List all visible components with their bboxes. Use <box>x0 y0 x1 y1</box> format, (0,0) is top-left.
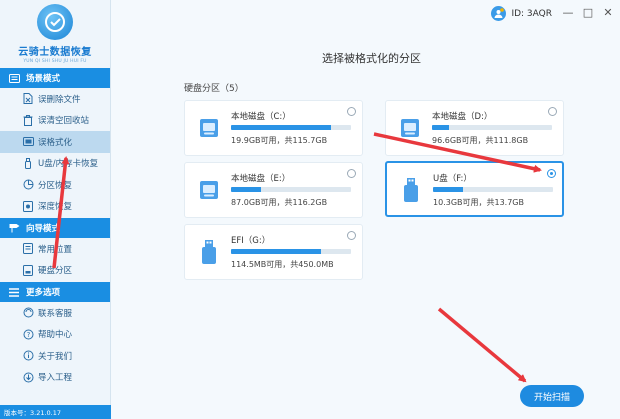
section-label: 向导模式 <box>26 224 61 234</box>
page-title: 选择被格式化的分区 <box>322 52 421 65</box>
sidebar-item-recycle-bin[interactable]: 误清空回收站 <box>0 110 110 132</box>
usage-bar-fill <box>231 187 261 192</box>
window-controls: — □ ✕ <box>562 5 614 19</box>
disk-partition-header: 硬盘分区（5） <box>184 84 244 94</box>
usage-bar <box>231 125 351 130</box>
hard-disk-icon <box>401 119 419 137</box>
app-title: 云骑士数据恢复 <box>18 47 92 58</box>
usage-bar <box>231 187 351 192</box>
logo-icon <box>37 4 73 40</box>
sidebar-item-label: 常用位置 <box>38 244 73 255</box>
titlebar: ID: 3AQR — □ ✕ <box>111 0 620 28</box>
section-label: 场景模式 <box>26 74 61 84</box>
sidebar: 云骑士数据恢复 YUN QI SHI SHU JU HUI FU 场景模式 误删… <box>0 0 111 419</box>
sidebar-item-about[interactable]: 关于我们 <box>0 345 110 367</box>
user-id[interactable]: ID: 3AQR <box>491 6 552 21</box>
partition-size: 19.9GB可用，共115.7GB <box>231 136 328 145</box>
sidebar-item-label: 导入工程 <box>38 373 73 384</box>
sidebar-item-format[interactable]: 误格式化 <box>0 131 110 153</box>
usage-bar-fill <box>231 125 331 130</box>
sidebar-item-support[interactable]: 联系客服 <box>0 302 110 324</box>
partition-radio[interactable] <box>548 107 557 116</box>
maximize-button[interactable]: □ <box>582 5 594 19</box>
usage-bar-fill <box>432 125 449 130</box>
sidebar-item-label: 误格式化 <box>38 137 73 148</box>
usage-bar-fill <box>231 249 321 254</box>
partition-size: 114.5MB可用，共450.0MB <box>231 260 334 269</box>
partition-radio[interactable] <box>547 169 556 178</box>
sidebar-item-label: 误清空回收站 <box>38 116 90 127</box>
section-wizard-mode: 向导模式 <box>0 218 110 238</box>
partition-card-c[interactable]: 本地磁盘（C:） 19.9GB可用，共115.7GB <box>184 100 363 156</box>
partition-size: 96.6GB可用，共111.8GB <box>432 136 529 145</box>
location-icon <box>22 243 34 255</box>
hard-disk-icon <box>200 181 218 199</box>
sidebar-item-usb[interactable]: U盘/内存卡恢复 <box>0 153 110 175</box>
sidebar-item-help[interactable]: ? 帮助中心 <box>0 324 110 346</box>
sidebar-item-label: 硬盘分区 <box>38 266 73 277</box>
usage-bar-fill <box>433 187 463 192</box>
app-subtitle: YUN QI SHI SHU JU HUI FU <box>23 59 87 64</box>
section-label: 更多选项 <box>26 288 61 298</box>
menu-icon <box>8 287 20 297</box>
partition-name: 本地磁盘（D:） <box>432 112 493 122</box>
sidebar-item-common-location[interactable]: 常用位置 <box>0 238 110 260</box>
partition-size: 87.0GB可用，共116.2GB <box>231 198 328 207</box>
disk-partition-icon <box>22 264 34 276</box>
partition-name: U盘（F:） <box>433 174 472 184</box>
partition-card-f[interactable]: U盘（F:） 10.3GB可用，共13.7GB <box>385 161 564 217</box>
partition-icon <box>22 179 34 191</box>
svg-text:?: ? <box>26 331 30 339</box>
minimize-button[interactable]: — <box>562 5 574 19</box>
scene-mode-icon <box>8 73 20 83</box>
usb-drive-icon <box>404 178 418 202</box>
partition-card-g[interactable]: EFI（G:） 114.5MB可用，共450.0MB <box>184 224 363 280</box>
avatar-icon <box>491 6 507 21</box>
usb-icon <box>22 157 34 169</box>
format-icon <box>22 136 34 148</box>
partition-size: 10.3GB可用，共13.7GB <box>433 198 524 207</box>
partition-name: EFI（G:） <box>231 236 271 246</box>
partition-name: 本地磁盘（C:） <box>231 112 291 122</box>
sidebar-item-disk-partition[interactable]: 硬盘分区 <box>0 260 110 282</box>
help-icon: ? <box>22 328 34 340</box>
arrow-to-scan-button <box>437 307 527 383</box>
sidebar-item-label: 联系客服 <box>38 308 73 319</box>
about-icon <box>22 350 34 362</box>
sidebar-item-label: 关于我们 <box>38 351 73 362</box>
sidebar-item-partition[interactable]: 分区恢复 <box>0 174 110 196</box>
user-id-text: ID: 3AQR <box>511 8 552 19</box>
partition-radio[interactable] <box>347 231 356 240</box>
support-icon <box>22 307 34 319</box>
start-scan-button[interactable]: 开始扫描 <box>520 385 584 407</box>
delete-file-icon <box>22 93 34 105</box>
usb-drive-icon <box>202 240 216 264</box>
sidebar-item-label: 帮助中心 <box>38 330 73 341</box>
wizard-mode-icon <box>8 223 20 233</box>
version-label: 版本号：3.21.0.17 <box>0 405 111 419</box>
sidebar-item-label: 误删除文件 <box>38 94 81 105</box>
partition-card-d[interactable]: 本地磁盘（D:） 96.6GB可用，共111.8GB <box>385 100 564 156</box>
usage-bar <box>432 125 552 130</box>
sidebar-item-label: U盘/内存卡恢复 <box>38 159 99 170</box>
sidebar-item-label: 深度恢复 <box>38 202 73 213</box>
sidebar-item-import[interactable]: 导入工程 <box>0 367 110 389</box>
section-scene-mode: 场景模式 <box>0 68 110 88</box>
partition-name: 本地磁盘（E:） <box>231 174 291 184</box>
partition-radio[interactable] <box>347 169 356 178</box>
sidebar-item-delete-file[interactable]: 误删除文件 <box>0 88 110 110</box>
section-more-options: 更多选项 <box>0 282 110 302</box>
usage-bar <box>433 187 553 192</box>
partition-card-e[interactable]: 本地磁盘（E:） 87.0GB可用，共116.2GB <box>184 162 363 218</box>
logo: 云骑士数据恢复 YUN QI SHI SHU JU HUI FU <box>0 0 110 68</box>
sidebar-item-deep-recovery[interactable]: 深度恢复 <box>0 196 110 218</box>
sidebar-item-label: 分区恢复 <box>38 180 73 191</box>
import-icon <box>22 371 34 383</box>
partition-radio[interactable] <box>347 107 356 116</box>
recycle-bin-icon <box>22 114 34 126</box>
deep-recovery-icon <box>22 200 34 212</box>
hard-disk-icon <box>200 119 218 137</box>
close-button[interactable]: ✕ <box>602 5 614 19</box>
usage-bar <box>231 249 351 254</box>
